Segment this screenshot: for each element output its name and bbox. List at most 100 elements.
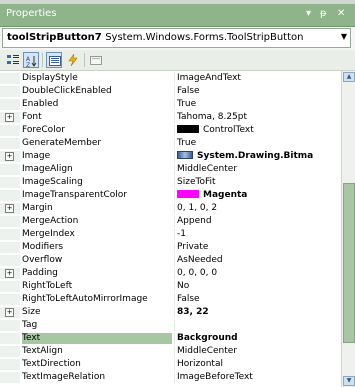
expand-icon[interactable]: + — [5, 204, 14, 213]
property-value[interactable]: 0, 1, 0, 2 — [177, 203, 341, 214]
expand-icon[interactable]: + — [5, 152, 14, 161]
property-name: ImageScaling — [22, 177, 83, 187]
close-icon[interactable]: ✕ — [337, 8, 345, 19]
property-row[interactable]: Modifiers Private — [0, 242, 341, 253]
object-selector[interactable]: toolStripButton7 System.Windows.Forms.To… — [2, 28, 351, 48]
scroll-thumb[interactable] — [343, 183, 355, 343]
property-value[interactable]: System.Drawing.Bitma — [177, 151, 341, 162]
property-row[interactable]: RightToLeft No — [0, 281, 341, 292]
property-value[interactable]: Magenta — [177, 190, 341, 201]
property-value[interactable] — [177, 320, 341, 331]
row-gutter — [0, 346, 20, 357]
property-value[interactable]: 83, 22 — [177, 307, 341, 318]
property-value[interactable]: MiddleCenter — [177, 346, 341, 357]
svg-text:Z: Z — [26, 62, 30, 67]
property-row[interactable]: + Image System.Drawing.Bitma — [0, 151, 341, 162]
property-row[interactable]: TextAlign MiddleCenter — [0, 346, 341, 357]
property-name: TextImageRelation — [22, 372, 106, 382]
column-divider — [174, 190, 175, 201]
property-row[interactable]: + Size 83, 22 — [0, 307, 341, 318]
property-name: ImageTransparentColor — [22, 190, 127, 200]
property-row[interactable]: Overflow AsNeeded — [0, 255, 341, 266]
row-gutter — [0, 229, 20, 240]
property-row[interactable]: TextImageRelation ImageBeforeText — [0, 372, 341, 383]
property-value[interactable]: MiddleCenter — [177, 164, 341, 175]
property-row[interactable]: ImageAlign MiddleCenter — [0, 164, 341, 175]
column-divider — [174, 216, 175, 227]
chevron-down-icon[interactable]: ▼ — [341, 32, 347, 41]
row-gutter — [0, 242, 20, 253]
property-row[interactable]: DoubleClickEnabled False — [0, 86, 341, 97]
property-value[interactable]: SizeToFit — [177, 177, 341, 188]
row-gutter — [0, 99, 20, 110]
property-value[interactable]: ControlText — [177, 125, 341, 136]
property-pages-button[interactable] — [88, 52, 104, 68]
property-name: RightToLeft — [22, 281, 73, 291]
property-row[interactable]: Enabled True — [0, 99, 341, 110]
alphabetical-button[interactable]: A Z — [23, 52, 39, 68]
property-value[interactable]: Background — [177, 333, 341, 344]
toolbar-separator — [84, 53, 85, 67]
column-divider — [174, 99, 175, 110]
row-gutter — [0, 333, 20, 344]
row-gutter — [0, 320, 20, 331]
expand-icon[interactable]: + — [5, 113, 14, 122]
property-value-text: True — [177, 99, 197, 109]
property-row[interactable]: ForeColor ControlText — [0, 125, 341, 136]
pin-icon[interactable]: ᵽ — [320, 8, 327, 19]
property-value[interactable]: False — [177, 294, 341, 305]
property-row[interactable]: MergeAction Append — [0, 216, 341, 227]
property-name: RightToLeftAutoMirrorImage — [22, 294, 148, 304]
property-value[interactable]: Append — [177, 216, 341, 227]
property-row[interactable]: GenerateMember True — [0, 138, 341, 149]
property-value[interactable]: ImageBeforeText — [177, 372, 341, 383]
column-divider — [174, 151, 175, 162]
row-gutter: + — [0, 203, 20, 214]
property-value-text: False — [177, 294, 200, 304]
property-value[interactable]: No — [177, 281, 341, 292]
property-value[interactable]: Horizontal — [177, 359, 341, 370]
property-value-text: System.Drawing.Bitma — [197, 151, 314, 161]
expand-icon[interactable]: + — [5, 269, 14, 278]
row-gutter: + — [0, 268, 20, 279]
row-gutter — [0, 294, 20, 305]
window-title: Properties — [6, 8, 57, 19]
property-row[interactable]: RightToLeftAutoMirrorImage False — [0, 294, 341, 305]
categorized-button[interactable] — [5, 52, 21, 68]
property-row[interactable]: + Margin 0, 1, 0, 2 — [0, 203, 341, 214]
property-grid: DisplayStyle ImageAndText DoubleClickEnabl… — [0, 71, 341, 387]
property-value[interactable]: Tahoma, 8.25pt — [177, 112, 341, 123]
property-name: Modifiers — [22, 242, 64, 252]
property-row[interactable]: TextDirection Horizontal — [0, 359, 341, 370]
property-row[interactable]: + Padding 0, 0, 0, 0 — [0, 268, 341, 279]
property-row[interactable]: MergeIndex -1 — [0, 229, 341, 240]
dropdown-icon[interactable]: ▾ — [306, 8, 311, 19]
property-value[interactable]: ImageAndText — [177, 73, 341, 84]
property-row[interactable]: ImageScaling SizeToFit — [0, 177, 341, 188]
property-row[interactable]: DisplayStyle ImageAndText — [0, 73, 341, 84]
property-value-text: -1 — [177, 229, 186, 239]
property-value-text: False — [177, 86, 200, 96]
column-divider — [174, 138, 175, 149]
property-value[interactable]: True — [177, 99, 341, 110]
property-name: ForeColor — [22, 125, 65, 135]
property-row[interactable]: Tag — [0, 320, 341, 331]
property-value[interactable]: AsNeeded — [177, 255, 341, 266]
property-name: TextAlign — [22, 346, 63, 356]
vertical-scrollbar[interactable]: ▲ ▼ — [341, 71, 355, 387]
expand-icon[interactable]: + — [5, 308, 14, 317]
property-name: Size — [22, 307, 41, 317]
property-value[interactable]: Private — [177, 242, 341, 253]
scroll-down-icon[interactable]: ▼ — [343, 376, 355, 386]
events-button[interactable] — [65, 52, 81, 68]
property-row[interactable]: + Font Tahoma, 8.25pt — [0, 112, 341, 123]
row-gutter — [0, 86, 20, 97]
property-row[interactable]: Text Background — [0, 333, 341, 344]
property-value[interactable]: 0, 0, 0, 0 — [177, 268, 341, 279]
scroll-up-icon[interactable]: ▲ — [343, 72, 355, 82]
property-value[interactable]: False — [177, 86, 341, 97]
property-value[interactable]: True — [177, 138, 341, 149]
property-value[interactable]: -1 — [177, 229, 341, 240]
property-row[interactable]: ImageTransparentColor Magenta — [0, 190, 341, 201]
properties-button[interactable] — [46, 52, 62, 68]
